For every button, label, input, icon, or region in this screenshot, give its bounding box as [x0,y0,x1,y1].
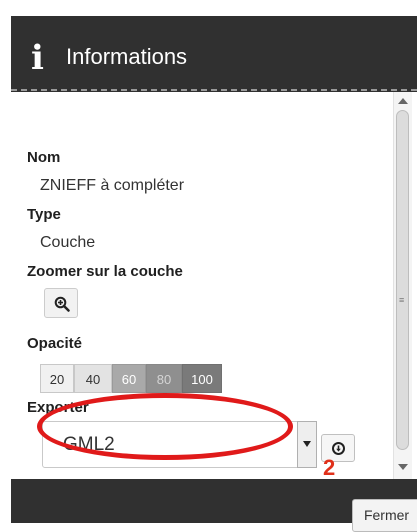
name-label: Nom [27,149,61,166]
opacity-option-100[interactable]: 100 [182,364,222,393]
name-value: ZNIEFF à compléter [40,177,185,194]
opacity-option-60[interactable]: 60 [112,364,146,393]
scrollbar-thumb[interactable]: ≡ [396,110,409,450]
zoom-in-icon [54,296,70,312]
chevron-down-icon [303,441,311,447]
opacity-option-20[interactable]: 20 [40,364,74,393]
content-scrollbar[interactable]: ≡ [393,92,412,479]
dialog-header: i Informations [11,16,417,91]
opacity-option-40[interactable]: 40 [74,364,112,393]
opacity-label: Opacité [27,335,83,352]
annotation-step-number: 2 [323,455,336,480]
zoom-label: Zoomer sur la couche [27,263,183,280]
scroll-up-icon[interactable] [398,98,408,104]
info-icon: i [31,38,44,78]
header-divider [11,89,417,91]
dialog-title: Informations [66,44,188,69]
page-background [0,0,417,16]
close-button[interactable]: Fermer [352,499,417,532]
opacity-option-80[interactable]: 80 [146,364,182,393]
scroll-down-icon[interactable] [398,464,408,470]
grip-icon: ≡ [399,295,405,305]
type-value: Couche [40,234,96,251]
download-icon [332,442,345,455]
type-label: Type [27,206,61,223]
annotation-highlight-ellipse [37,393,293,460]
zoom-to-layer-button[interactable] [44,288,78,318]
opacity-selector: 20 40 60 80 100 [40,364,222,393]
select-dropdown-toggle[interactable] [297,421,317,468]
